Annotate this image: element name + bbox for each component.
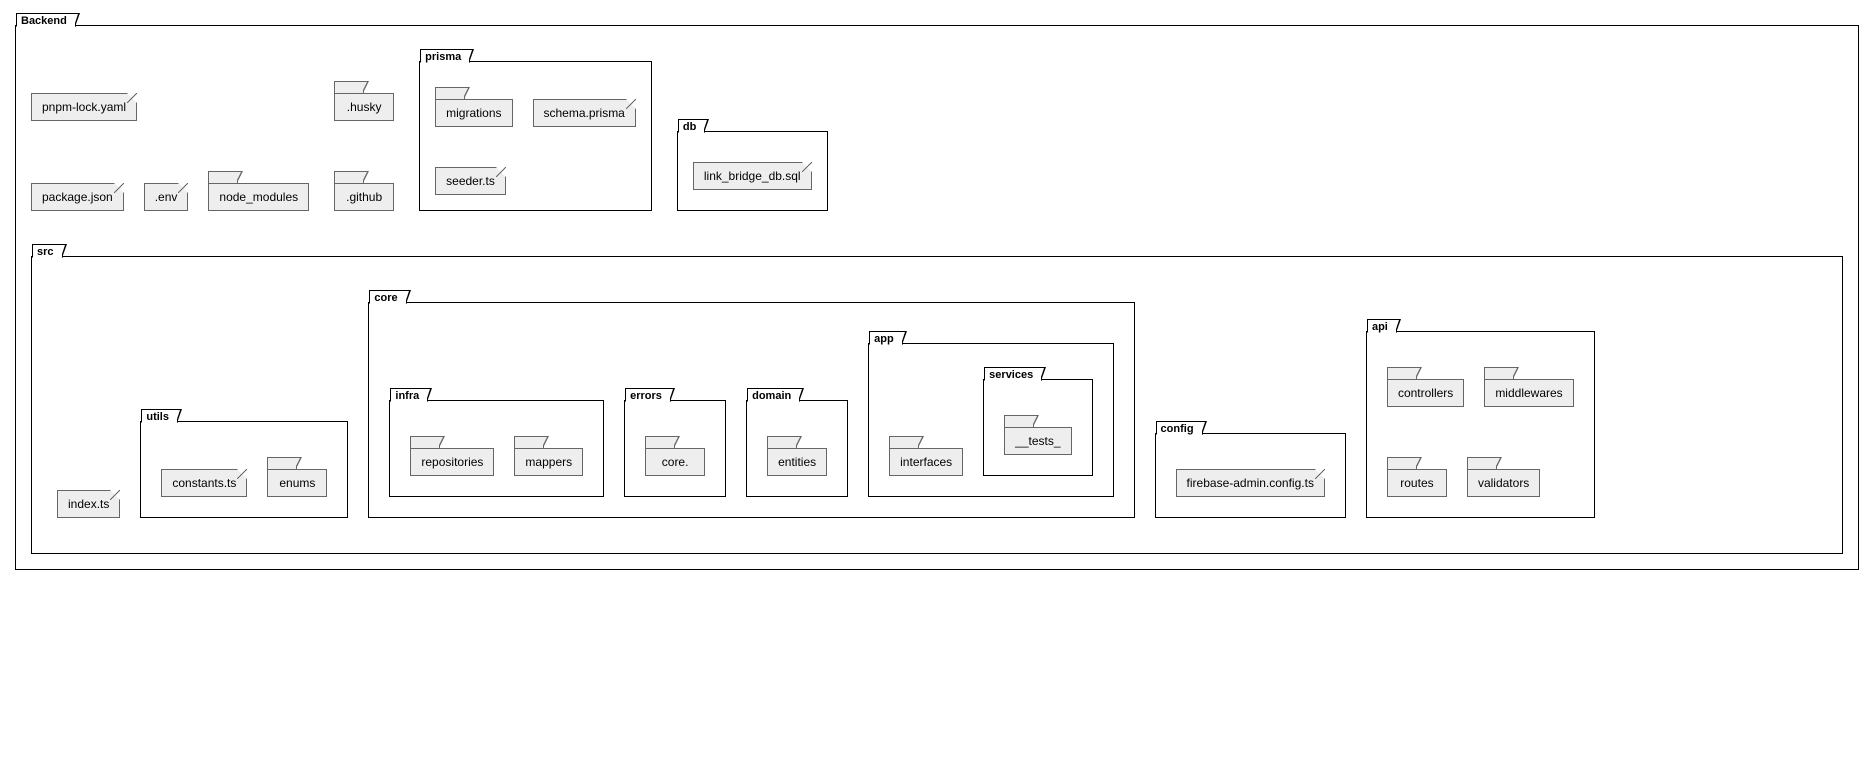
folder-entities: entities — [767, 436, 827, 476]
errors-label: errors — [625, 388, 671, 402]
core-package: core infra repositories mappers — [368, 302, 1134, 518]
api-package: api controllers middlewares routes — [1366, 331, 1595, 518]
folder-controllers: controllers — [1387, 367, 1464, 407]
services-label: services — [984, 367, 1042, 381]
src-label: src — [32, 244, 63, 258]
file-index: index.ts — [57, 490, 120, 518]
infra-label: infra — [390, 388, 428, 402]
prisma-package: prisma migrations schema.prisma seeder.t… — [419, 61, 652, 211]
file-schema-prisma: schema.prisma — [533, 99, 636, 127]
core-label: core — [369, 290, 406, 304]
backend-label: Backend — [16, 13, 76, 27]
file-firebase-config: firebase-admin.config.ts — [1176, 469, 1325, 497]
folder-husky: .husky — [334, 81, 394, 121]
folder-validators: validators — [1467, 457, 1540, 497]
app-label: app — [869, 331, 903, 345]
folder-mappers: mappers — [514, 436, 583, 476]
folder-node-modules: node_modules — [208, 171, 309, 211]
file-seeder: seeder.ts — [435, 167, 506, 195]
file-env: .env — [144, 183, 189, 211]
utils-package: utils constants.ts enums — [140, 421, 348, 518]
file-package-json: package.json — [31, 183, 124, 211]
api-label: api — [1367, 319, 1397, 333]
src-package: src index.ts utils constants.ts enums co… — [31, 256, 1843, 554]
folder-routes: routes — [1387, 457, 1447, 497]
domain-package: domain entities — [746, 400, 848, 497]
utils-label: utils — [141, 409, 178, 423]
infra-package: infra repositories mappers — [389, 400, 604, 497]
db-package: db link_bridge_db.sql — [677, 131, 828, 211]
config-package: config firebase-admin.config.ts — [1155, 433, 1346, 518]
folder-repositories: repositories — [410, 436, 494, 476]
domain-label: domain — [747, 388, 800, 402]
file-pnpm-lock: pnpm-lock.yaml — [31, 93, 137, 121]
prisma-label: prisma — [420, 49, 470, 63]
folder-interfaces: interfaces — [889, 436, 963, 476]
folder-middlewares: middlewares — [1484, 367, 1573, 407]
folder-enums: enums — [267, 457, 327, 497]
folder-migrations: migrations — [435, 87, 512, 127]
folder-tests: __tests_ — [1004, 415, 1071, 455]
folder-github: .github — [334, 171, 394, 211]
errors-package: errors core. — [624, 400, 726, 497]
backend-package: Backend pnpm-lock.yaml package.json .env… — [15, 25, 1859, 570]
db-label: db — [678, 119, 705, 133]
file-constants: constants.ts — [161, 469, 247, 497]
services-package: services __tests_ — [983, 379, 1092, 476]
file-sql: link_bridge_db.sql — [693, 162, 812, 190]
app-package: app interfaces services — [868, 343, 1113, 497]
config-label: config — [1156, 421, 1203, 435]
folder-core-errors: core. — [645, 436, 705, 476]
